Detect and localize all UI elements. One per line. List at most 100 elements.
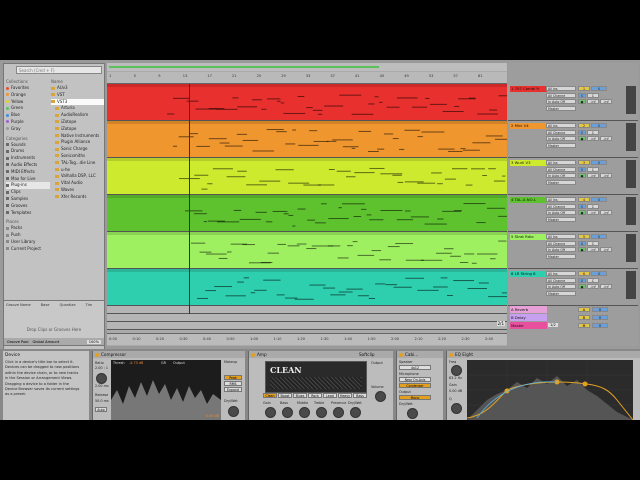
track-activator-button[interactable]: 5 (578, 234, 590, 239)
amp-type-button[interactable]: Bass (353, 393, 367, 398)
q-knob[interactable] (451, 403, 462, 414)
browser-item[interactable]: Sonicsmiths (51, 153, 104, 160)
ratio-value[interactable]: 2.00 : 1 (95, 366, 108, 370)
amp-type-button[interactable]: Rock (308, 393, 322, 398)
category-item[interactable]: Clips (6, 189, 50, 196)
track-channel-select[interactable]: All Channe (546, 129, 576, 135)
midi-clip[interactable] (107, 121, 507, 157)
volume-field[interactable]: 0 (591, 86, 607, 91)
groove-drop-zone[interactable]: Drop Clips or Grooves Here (4, 327, 104, 332)
category-item[interactable]: Audio Effects (6, 162, 50, 169)
return-track-header[interactable]: A Reverb A 0 (508, 306, 638, 313)
mic-select[interactable]: Near On-Axis (399, 377, 431, 382)
category-item[interactable]: Grooves (6, 203, 50, 210)
pan-field[interactable]: C (587, 129, 599, 135)
track-activator-button[interactable]: 1 (578, 86, 590, 91)
track-channel-select[interactable]: All Channe (546, 240, 576, 246)
browser-item[interactable]: Xfer Records (51, 194, 104, 201)
category-item[interactable]: Drums (6, 148, 50, 155)
track-output-select[interactable]: Master (546, 253, 576, 259)
dry-wet-knob[interactable] (228, 406, 239, 417)
eq-eight-device[interactable]: EQ Eight Freq 83.2 Hz Gain 0.00 dB Q (446, 351, 640, 420)
amp-type-button[interactable]: Heavy (338, 393, 352, 398)
volume-field[interactable]: 0 (591, 234, 607, 239)
send-b-field[interactable]: -inf (600, 136, 612, 142)
return-lane[interactable] (107, 322, 507, 330)
track-lane[interactable] (107, 158, 507, 195)
return-activator-button[interactable]: B (578, 315, 590, 320)
send-a-field[interactable]: -inf (587, 173, 599, 179)
pan-field[interactable]: C (587, 240, 599, 246)
track-monitor-select[interactable]: In Auto Off (546, 136, 576, 142)
browser-item[interactable]: VST (51, 92, 104, 99)
gain-value[interactable]: 0.00 dB (449, 389, 462, 393)
amp-type-button[interactable]: Lead (323, 393, 337, 398)
pan-field[interactable]: C (587, 92, 599, 98)
collection-item[interactable]: Purple (6, 119, 50, 126)
midi-clip[interactable] (107, 84, 507, 120)
track-channel-select[interactable]: All Channe (546, 166, 576, 172)
category-item[interactable]: Samples (6, 196, 50, 203)
peak-button[interactable]: Peak (224, 375, 242, 380)
rms-button[interactable]: RMS (224, 381, 242, 386)
presence-knob[interactable] (333, 407, 344, 418)
track-monitor-select[interactable]: In Auto Off (546, 284, 576, 290)
track-input-select[interactable]: All Ins (546, 197, 576, 202)
compressor-title-bar[interactable]: Compressor (93, 351, 245, 358)
send-b-field[interactable]: -inf (600, 284, 612, 290)
track-activator-button[interactable]: 4 (578, 197, 590, 202)
browser-item[interactable]: Valhalla DSP, LLC (51, 173, 104, 180)
category-item[interactable]: Sounds (6, 142, 50, 149)
middle-knob[interactable] (299, 407, 310, 418)
collection-item[interactable]: Favorites (6, 85, 50, 92)
master-fraction[interactable]: 1/2 (548, 323, 558, 327)
solo-button[interactable]: S (578, 240, 586, 246)
track-lane[interactable] (107, 121, 507, 158)
track-header[interactable]: 4 TAL-U-NO-L All Ins All Channe In Auto Off… (508, 195, 638, 232)
amp-device[interactable]: Amp Softclip CLEAN Clean Boost Blues Rock Lea… (248, 351, 393, 420)
track-monitor-select[interactable]: In Auto Off (546, 210, 576, 216)
track-name[interactable]: 5 Strat Rdio (510, 234, 547, 240)
groove-column-header[interactable]: Quantize (59, 303, 75, 307)
power-icon[interactable] (95, 352, 99, 357)
return-lane[interactable] (107, 306, 507, 314)
solo-button[interactable]: S (578, 92, 586, 98)
send-b-field[interactable]: -inf (600, 210, 612, 216)
browser-item[interactable]: AudioRealism (51, 112, 104, 119)
eq-title-bar[interactable]: EQ Eight (447, 351, 640, 358)
solo-button[interactable]: S (578, 203, 586, 209)
collection-item[interactable]: Yellow (6, 99, 50, 106)
speaker-select[interactable]: 4x12 (399, 365, 431, 370)
send-a-field[interactable]: -inf (587, 210, 599, 216)
attack-knob[interactable] (96, 373, 107, 384)
category-item[interactable]: MIDI Effects (6, 169, 50, 176)
place-item[interactable]: Packs (6, 225, 50, 232)
return-volume-field[interactable]: 0 (592, 307, 608, 312)
volume-field[interactable]: 0 (591, 271, 607, 276)
amp-type-button[interactable]: Blues (293, 393, 307, 398)
volume-field[interactable]: 0 (591, 123, 607, 128)
track-channel-select[interactable]: All Channe (546, 277, 576, 283)
arm-button[interactable]: ● (578, 284, 586, 290)
power-icon[interactable] (399, 352, 403, 357)
midi-clip[interactable] (107, 195, 507, 231)
beat-ruler[interactable]: 1 5 9 13 17 21 25 29 33 37 41 45 49 53 57 61 (107, 72, 507, 84)
solo-button[interactable]: S (578, 129, 586, 135)
browser-item[interactable]: Waves (51, 187, 104, 194)
treble-knob[interactable] (316, 407, 327, 418)
track-input-select[interactable]: All Ins (546, 86, 576, 91)
browser-item[interactable]: u-he (51, 167, 104, 174)
auto-release-button[interactable]: Auto (95, 407, 107, 412)
track-activator-button[interactable]: 2 (578, 123, 590, 128)
track-name[interactable]: 2 Mini V4 (510, 123, 547, 129)
browser-item[interactable]: Plugin Alliance (51, 139, 104, 146)
dry-wet-knob[interactable] (350, 407, 361, 418)
browser-item[interactable]: TAL-Tog...die Line (51, 160, 104, 167)
send-a-field[interactable]: -inf (587, 136, 599, 142)
return-lane[interactable] (107, 314, 507, 322)
track-activator-button[interactable]: 6 (578, 271, 590, 276)
place-item[interactable]: Current Project (6, 246, 50, 253)
freq-knob[interactable] (451, 365, 462, 376)
return-track-name[interactable]: A Reverb (510, 306, 547, 313)
browser-item[interactable]: Arturia (51, 105, 104, 112)
